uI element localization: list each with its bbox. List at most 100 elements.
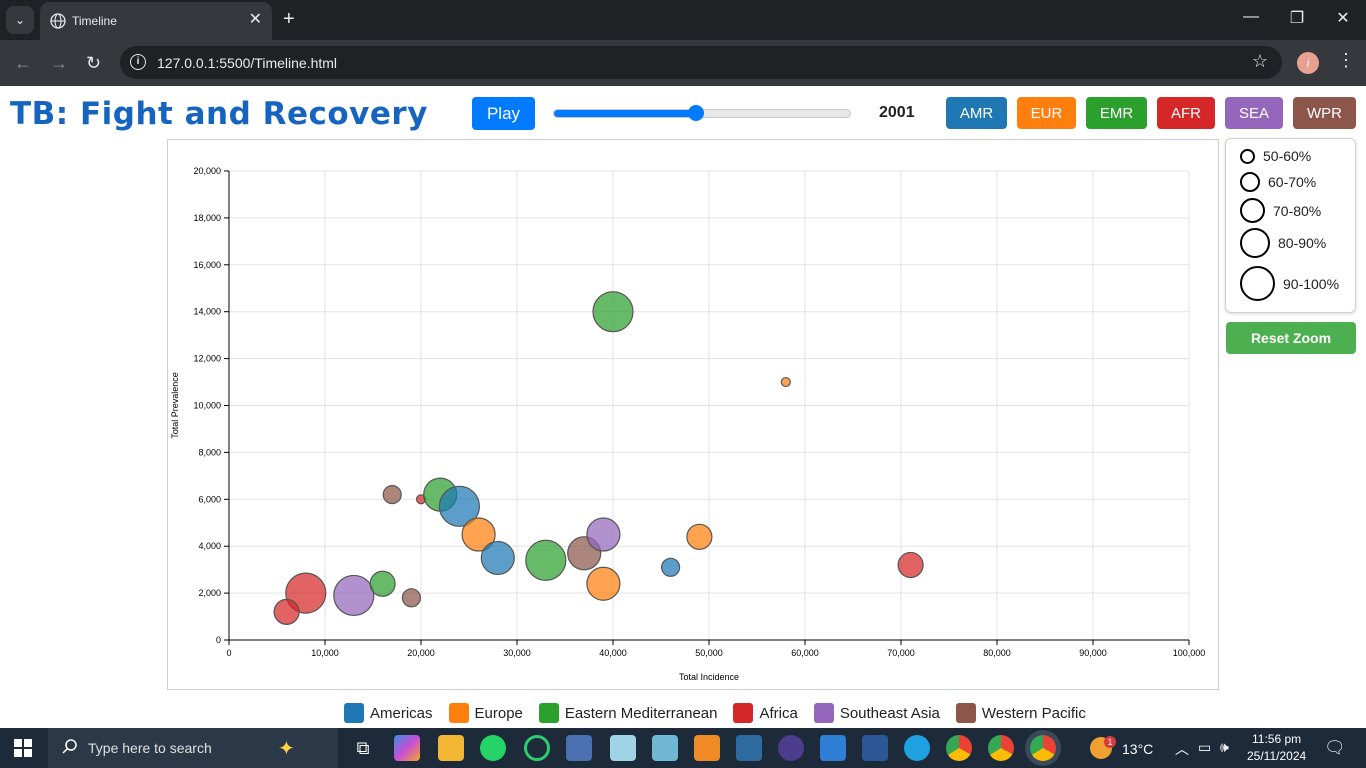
search-icon bbox=[62, 739, 77, 754]
size-legend: 50-60% 60-70% 70-80% 80-90% 90-100% bbox=[1225, 138, 1356, 313]
x-axis-label: Total Incidence bbox=[679, 672, 739, 682]
data-point[interactable] bbox=[369, 570, 396, 597]
legend-label: Eastern Mediterranean bbox=[564, 704, 718, 722]
data-point[interactable] bbox=[586, 566, 621, 601]
clock-time[interactable]: 11:56 pm bbox=[1252, 732, 1301, 746]
legend-swatch bbox=[955, 703, 976, 723]
close-window-icon[interactable]: ✕ bbox=[1320, 8, 1366, 28]
size-legend-label: 80-90% bbox=[1278, 235, 1327, 251]
forward-icon[interactable]: → bbox=[50, 53, 68, 73]
chrome-icon[interactable] bbox=[946, 735, 972, 761]
data-point[interactable] bbox=[401, 588, 421, 608]
size-legend-item: 90-100% bbox=[1240, 266, 1339, 301]
y-tick-label: 2,000 bbox=[198, 588, 221, 598]
slider-fill bbox=[554, 110, 697, 117]
region-button-wpr[interactable]: WPR bbox=[1293, 97, 1356, 129]
profile-avatar[interactable]: i bbox=[1297, 52, 1319, 74]
address-bar[interactable]: i 127.0.0.1:5500/Timeline.html ☆ bbox=[120, 46, 1282, 79]
data-point[interactable] bbox=[382, 485, 402, 505]
year-slider[interactable] bbox=[553, 105, 851, 121]
browser-tab-bar: ⌄ Timeline ✕ + — ❐ ✕ bbox=[0, 0, 1366, 40]
data-point[interactable] bbox=[525, 539, 567, 581]
data-point[interactable] bbox=[780, 376, 791, 388]
sublime-text-icon[interactable] bbox=[694, 735, 720, 761]
x-tick-label: 10,000 bbox=[311, 648, 339, 658]
y-tick-label: 20,000 bbox=[193, 166, 221, 176]
tab-close-icon[interactable]: ✕ bbox=[249, 11, 262, 29]
x-tick-label: 50,000 bbox=[695, 648, 723, 658]
data-point[interactable] bbox=[273, 598, 300, 625]
region-button-sea[interactable]: SEA bbox=[1225, 97, 1283, 129]
windows-start-icon[interactable] bbox=[14, 739, 32, 757]
url-text[interactable]: 127.0.0.1:5500/Timeline.html bbox=[157, 55, 337, 71]
size-legend-item: 70-80% bbox=[1240, 198, 1321, 223]
data-point[interactable] bbox=[333, 574, 375, 617]
whatsapp-icon[interactable] bbox=[480, 735, 506, 761]
legend-item-americas: Americas bbox=[344, 703, 433, 723]
data-point[interactable] bbox=[661, 557, 681, 577]
chrome-active-icon[interactable] bbox=[1030, 735, 1056, 761]
menu-kebab-icon[interactable]: ⋮ bbox=[1337, 50, 1355, 71]
new-tab-icon[interactable]: + bbox=[283, 8, 295, 30]
clock-date[interactable]: 25/11/2024 bbox=[1247, 749, 1306, 763]
mysql-workbench-icon[interactable] bbox=[736, 735, 762, 761]
reset-zoom-button[interactable]: Reset Zoom bbox=[1226, 322, 1356, 354]
taskbar-search[interactable]: Type here to search ✦ bbox=[48, 728, 338, 768]
play-button[interactable]: Play bbox=[472, 97, 535, 130]
copilot-sparkle-icon[interactable]: ✦ bbox=[278, 736, 295, 761]
devhome-icon[interactable] bbox=[566, 735, 592, 761]
x-tick-label: 90,000 bbox=[1079, 648, 1107, 658]
y-tick-label: 16,000 bbox=[193, 260, 221, 270]
legend-item-western-pacific: Western Pacific bbox=[955, 703, 1086, 723]
data-point[interactable] bbox=[592, 291, 634, 333]
chrome-profile-icon[interactable] bbox=[988, 735, 1014, 761]
snowflake-app-2-icon[interactable] bbox=[652, 735, 678, 761]
volume-icon[interactable]: 🕪 bbox=[1220, 739, 1229, 756]
data-point[interactable] bbox=[480, 540, 515, 576]
loading-app-icon[interactable] bbox=[524, 735, 550, 761]
legend-swatch bbox=[344, 703, 364, 723]
data-point[interactable] bbox=[897, 551, 924, 579]
search-placeholder: Type here to search bbox=[88, 740, 212, 756]
scatter-chart[interactable]: 0 10,000 20,000 30,000 40,000 50,000 60,000 70,… bbox=[168, 140, 1218, 689]
region-button-afr[interactable]: AFR bbox=[1157, 97, 1215, 129]
back-icon[interactable]: ← bbox=[14, 53, 32, 73]
minimize-icon[interactable]: — bbox=[1228, 8, 1274, 26]
size-legend-circle bbox=[1240, 266, 1275, 301]
reload-icon[interactable]: ↻ bbox=[86, 53, 101, 73]
edge-icon[interactable] bbox=[904, 735, 930, 761]
task-view-icon[interactable]: ⧉ bbox=[350, 735, 376, 761]
year-display: 2001 bbox=[879, 104, 915, 121]
legend-label: Europe bbox=[474, 704, 523, 722]
browser-tab[interactable]: Timeline ✕ bbox=[40, 2, 272, 40]
snowflake-app-icon[interactable] bbox=[610, 735, 636, 761]
x-tick-label: 0 bbox=[226, 648, 231, 658]
bookmark-star-icon[interactable]: ☆ bbox=[1252, 51, 1268, 72]
vscode-icon[interactable] bbox=[820, 735, 846, 761]
y-tick-label: 4,000 bbox=[198, 541, 221, 551]
file-explorer-icon[interactable] bbox=[438, 735, 464, 761]
region-button-emr[interactable]: EMR bbox=[1086, 97, 1147, 129]
browser-toolbar: ← → ↻ i 127.0.0.1:5500/Timeline.html ☆ i… bbox=[0, 40, 1366, 86]
region-button-amr[interactable]: AMR bbox=[946, 97, 1007, 129]
y-tick-label: 14,000 bbox=[193, 307, 221, 317]
restore-icon[interactable]: ❐ bbox=[1274, 8, 1320, 28]
copilot-app-icon[interactable] bbox=[394, 735, 420, 761]
temperature[interactable]: 13°C bbox=[1122, 741, 1153, 757]
network-icon[interactable]: ▭ bbox=[1198, 739, 1211, 756]
region-button-eur[interactable]: EUR bbox=[1017, 97, 1076, 129]
y-tick-label: 10,000 bbox=[193, 401, 221, 411]
data-point[interactable] bbox=[586, 517, 621, 552]
page-content: TB: Fight and Recovery Play 2001 AMR EUR… bbox=[0, 86, 1366, 728]
chart-container[interactable]: 0 10,000 20,000 30,000 40,000 50,000 60,000 70,… bbox=[167, 139, 1219, 690]
eclipse-icon[interactable] bbox=[778, 735, 804, 761]
word-icon[interactable] bbox=[862, 735, 888, 761]
notification-icon[interactable]: 🗨 bbox=[1324, 738, 1346, 758]
data-point[interactable] bbox=[686, 523, 713, 550]
slider-thumb[interactable] bbox=[688, 105, 705, 121]
site-info-icon[interactable]: i bbox=[130, 54, 146, 70]
weather-badge: 1 bbox=[1104, 736, 1116, 748]
legend-item-europe: Europe bbox=[448, 703, 523, 723]
tray-chevron-icon[interactable]: ︿ bbox=[1175, 739, 1189, 759]
tab-search-button[interactable]: ⌄ bbox=[6, 6, 34, 34]
